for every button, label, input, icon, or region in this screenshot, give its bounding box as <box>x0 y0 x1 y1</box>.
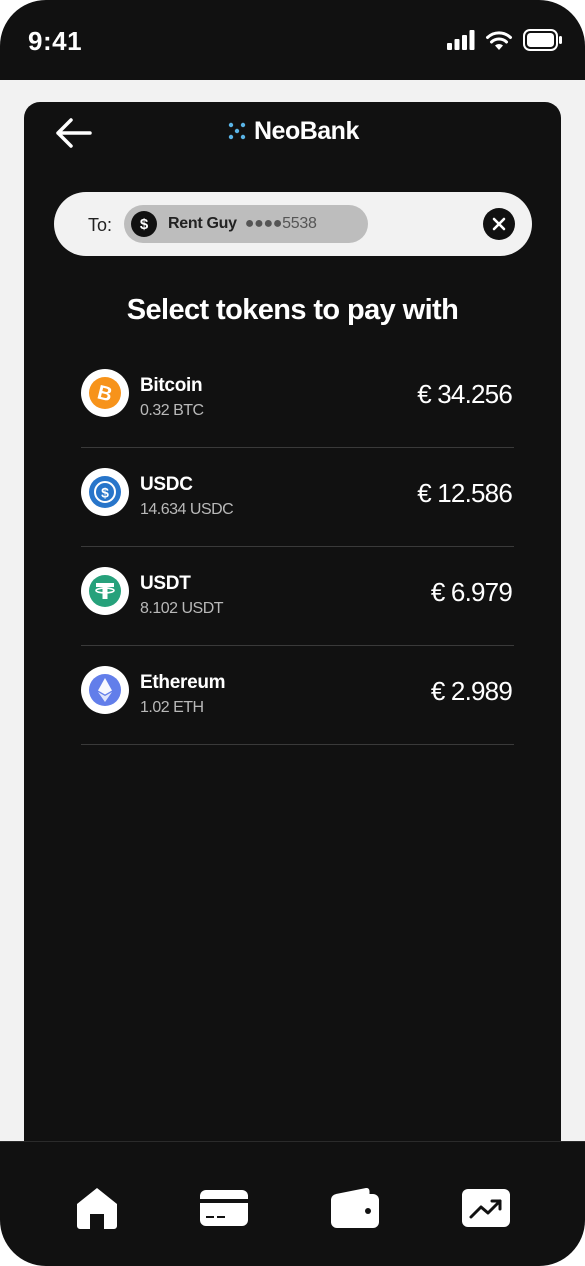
token-logo <box>81 567 129 615</box>
token-value: € 34.256 <box>417 379 513 409</box>
signal-icon <box>447 30 475 50</box>
token-row-ethereum[interactable]: Ethereum 1.02 ETH € 2.989 <box>81 646 514 745</box>
token-value: € 6.979 <box>430 577 513 607</box>
token-row-bitcoin[interactable]: B Bitcoin 0.32 BTC € 34.256 <box>81 349 514 448</box>
token-amount: 1.02 ETH <box>140 699 204 716</box>
card-icon <box>200 1190 248 1226</box>
token-name: Ethereum <box>140 672 226 693</box>
arrow-left-icon <box>56 118 92 148</box>
brand-name: NeoBank <box>254 116 359 145</box>
token-amount: 0.32 BTC <box>140 402 204 419</box>
tab-home[interactable] <box>72 1186 122 1230</box>
svg-text:$: $ <box>101 485 109 501</box>
token-name: USDC <box>140 474 193 495</box>
to-label: To: <box>88 215 113 235</box>
home-icon <box>77 1188 117 1229</box>
bitcoin-icon: B <box>89 377 121 409</box>
close-icon <box>492 217 506 231</box>
battery-icon <box>523 29 562 51</box>
token-amount: 8.102 USDT <box>140 600 224 617</box>
recipient-chip[interactable]: $ Rent Guy ●●●●5538 <box>124 205 368 243</box>
tab-bar <box>0 1141 585 1266</box>
recipient-name: Rent Guy <box>168 215 237 232</box>
status-time: 9:41 <box>28 26 83 56</box>
token-name: Bitcoin <box>140 375 203 396</box>
page-title: Select tokens to pay with <box>126 294 459 326</box>
clear-recipient-button[interactable] <box>483 208 515 240</box>
token-logo: $ <box>81 468 129 516</box>
usdc-icon: $ <box>89 476 121 508</box>
tether-icon <box>89 575 121 607</box>
back-button[interactable] <box>54 116 94 150</box>
token-logo: B <box>81 369 129 417</box>
token-name: USDT <box>140 573 191 594</box>
tab-cards[interactable] <box>199 1186 249 1230</box>
wifi-icon <box>486 31 512 50</box>
token-list: B Bitcoin 0.32 BTC € 34.256 $ USDC 14.63… <box>81 349 514 745</box>
status-bar: 9:41 <box>0 0 585 80</box>
chart-icon <box>462 1189 510 1227</box>
dollar-icon: $ <box>131 211 157 237</box>
token-row-usdt[interactable]: USDT 8.102 USDT € 6.979 <box>81 547 514 646</box>
token-value: € 2.989 <box>430 676 513 706</box>
ethereum-icon <box>89 674 121 706</box>
brand-logo: NeoBank <box>228 116 359 146</box>
status-icons <box>447 28 563 52</box>
token-value: € 12.586 <box>417 478 513 508</box>
wallet-icon <box>331 1187 379 1228</box>
token-logo <box>81 666 129 714</box>
payment-card: NeoBank To: $ Rent Guy ●●●●5538 Select t… <box>24 102 561 1162</box>
recipient-account: ●●●●5538 <box>244 215 317 232</box>
recipient-field[interactable]: To: $ Rent Guy ●●●●5538 <box>54 192 532 256</box>
phone-screen: 9:41 NeoBank To: $ Rent Guy ●●●●5538 Sel… <box>0 0 585 1266</box>
token-row-usdc[interactable]: $ USDC 14.634 USDC € 12.586 <box>81 448 514 547</box>
neobank-dots-icon <box>228 122 246 140</box>
tab-insights[interactable] <box>461 1186 511 1230</box>
tab-wallet[interactable] <box>330 1186 380 1230</box>
token-amount: 14.634 USDC <box>140 501 234 518</box>
